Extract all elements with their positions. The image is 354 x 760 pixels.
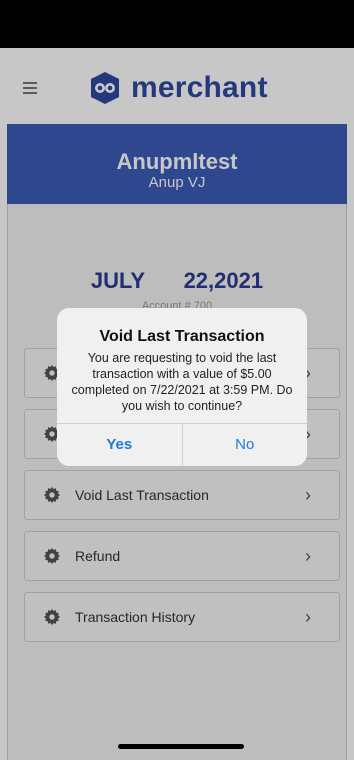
yes-button[interactable]: Yes bbox=[57, 424, 183, 466]
dialog-title: Void Last Transaction bbox=[99, 328, 265, 345]
status-bar bbox=[0, 0, 354, 48]
void-confirm-dialog: Void Last Transaction You are requesting… bbox=[57, 308, 307, 466]
dialog-message: You are requesting to void the last tran… bbox=[71, 351, 293, 413]
dialog-buttons: Yes No bbox=[57, 423, 307, 466]
home-indicator[interactable] bbox=[118, 744, 244, 749]
no-button[interactable]: No bbox=[183, 424, 308, 466]
phone-screen: merchant Anupmltest Anup VJ JULY 22,2021… bbox=[0, 0, 354, 760]
